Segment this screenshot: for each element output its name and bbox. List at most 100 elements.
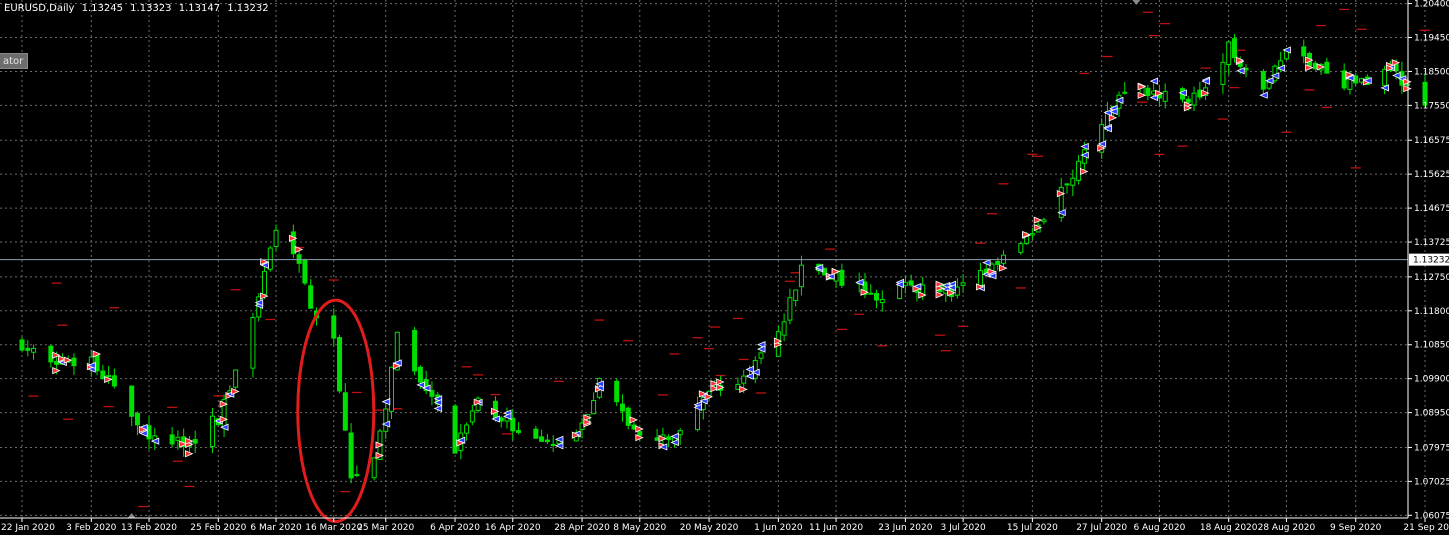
candle-bear	[839, 269, 845, 286]
candle-bear	[342, 392, 348, 431]
x-tick-label: 6 Mar 2020	[250, 523, 302, 533]
symbol-timeframe: EURUSD,Daily	[4, 3, 75, 14]
candle-bull	[1018, 243, 1024, 253]
candle-bear	[19, 339, 25, 351]
candle-bear	[995, 261, 1001, 265]
ohlc-close: 1.13232	[227, 3, 269, 14]
x-tick-label: 25 Mar 2020	[357, 523, 414, 533]
scroll-triangle-bottom	[127, 513, 136, 518]
candle-bear	[666, 436, 672, 441]
trade-markers	[52, 46, 1412, 460]
candle-bear	[111, 375, 117, 387]
chart-window[interactable]: 1.13232 1.20400 1.19450 1.18500 1.17550 1.16…	[0, 0, 1449, 535]
candle-bear	[129, 385, 135, 417]
candle-bull	[210, 415, 216, 447]
candle-bear	[417, 366, 423, 383]
candle-bear	[510, 417, 516, 432]
candle-bear	[296, 254, 302, 264]
candle-bear	[134, 412, 140, 426]
candle-bull	[1041, 219, 1047, 223]
candle-bear	[331, 315, 337, 339]
candle-bull	[868, 292, 874, 295]
candle-bull	[273, 229, 279, 248]
price-chart[interactable]: 1.13232 1.20400 1.19450 1.18500 1.17550 1.16…	[0, 0, 1449, 535]
candle-bear	[348, 432, 354, 479]
candle-bear	[539, 436, 545, 442]
candle-bull	[977, 270, 983, 286]
candle-bear	[25, 347, 31, 351]
ohlc-low: 1.13147	[178, 3, 221, 14]
candle-bear	[1324, 61, 1330, 74]
x-tick-label: 28 Apr 2020	[554, 523, 610, 533]
candle-bear	[614, 380, 620, 403]
candle-bear	[1185, 98, 1191, 103]
x-tick-label: 6 Apr 2020	[430, 523, 480, 533]
x-tick-label: 25 Feb 2020	[190, 523, 246, 533]
x-tick-label: 16 Apr 2020	[485, 523, 541, 533]
indicator-tag[interactable]: ator	[0, 53, 28, 69]
y-tick-label: 1.16575	[1414, 136, 1449, 146]
x-tick-label: 21 Sep 20	[1403, 523, 1449, 533]
candle-bull	[175, 436, 181, 441]
candle-bull	[1220, 61, 1226, 85]
x-tick-label: 6 Aug 2020	[1133, 523, 1185, 533]
y-tick-label: 1.17550	[1414, 101, 1449, 111]
candle-bear	[308, 285, 314, 309]
candle-bear	[71, 357, 77, 367]
candle-bull	[550, 443, 556, 446]
y-tick-label: 1.09900	[1414, 375, 1449, 385]
x-tick-label: 27 Jul 2020	[1076, 523, 1127, 533]
candle-bear	[1260, 71, 1266, 90]
candle-bull	[383, 408, 389, 432]
candle-bear	[516, 430, 522, 433]
candle-bear	[412, 329, 418, 372]
candle-bear	[169, 434, 175, 445]
y-tick-label: 1.14675	[1414, 204, 1449, 214]
axes: 1.20400 1.19450 1.18500 1.17550 1.16575 1.156…	[0, 0, 1449, 533]
candle-bear	[1064, 183, 1070, 186]
y-tick-label: 1.07975	[1414, 443, 1449, 453]
candle-bull	[1226, 41, 1232, 66]
x-tick-label: 9 Sep 2020	[1330, 523, 1382, 533]
chart-header: EURUSD,Daily 1.13245 1.13323 1.13147 1.1…	[4, 3, 273, 14]
x-tick-label: 13 Feb 2020	[121, 523, 177, 533]
ohlc-high: 1.13323	[130, 3, 172, 14]
x-tick-label: 20 May 2020	[680, 523, 739, 533]
x-tick-label: 22 Jan 2020	[1, 523, 55, 533]
x-tick-label: 1 Jun 2020	[754, 523, 803, 533]
candle-bull	[793, 289, 799, 302]
current-price-label: 1.13232	[1413, 256, 1449, 266]
candle-bull	[741, 375, 747, 384]
y-tick-label: 1.10850	[1414, 341, 1449, 351]
x-tick-label: 23 Jun 2020	[878, 523, 932, 533]
candle-bull	[250, 317, 256, 369]
y-tick-label: 1.11800	[1414, 307, 1449, 317]
x-tick-label: 3 Feb 2020	[66, 523, 117, 533]
candle-bear	[637, 431, 643, 436]
candle-bull	[31, 347, 37, 353]
candle-bull	[1191, 92, 1197, 106]
x-tick-label: 18 Aug 2020	[1200, 523, 1258, 533]
candle-bull	[695, 405, 701, 431]
candle-bull	[261, 270, 267, 295]
x-tick-label: 3 Jul 2020	[940, 523, 985, 533]
candle-bull	[879, 299, 885, 304]
candle-bear	[337, 337, 343, 392]
y-tick-label: 1.20400	[1414, 0, 1449, 10]
x-tick-label: 11 Jun 2020	[809, 523, 863, 533]
y-tick-label: 1.06075	[1414, 511, 1449, 521]
candle-bull	[591, 399, 597, 415]
x-tick-label: 15 Jul 2020	[1007, 523, 1058, 533]
candle-bull	[758, 352, 764, 359]
candle-bull	[371, 457, 377, 479]
candle-bear	[544, 439, 550, 443]
candle-bear	[619, 403, 625, 412]
candle-bear	[1145, 87, 1151, 97]
y-tick-label: 1.13725	[1414, 238, 1449, 248]
candle-bear	[1301, 46, 1307, 57]
overlays: 1.13232	[0, 0, 1449, 524]
candle-bull	[960, 282, 966, 286]
candle-bull	[787, 297, 793, 321]
candle-bull	[781, 321, 787, 336]
y-tick-label: 1.15625	[1414, 170, 1449, 180]
